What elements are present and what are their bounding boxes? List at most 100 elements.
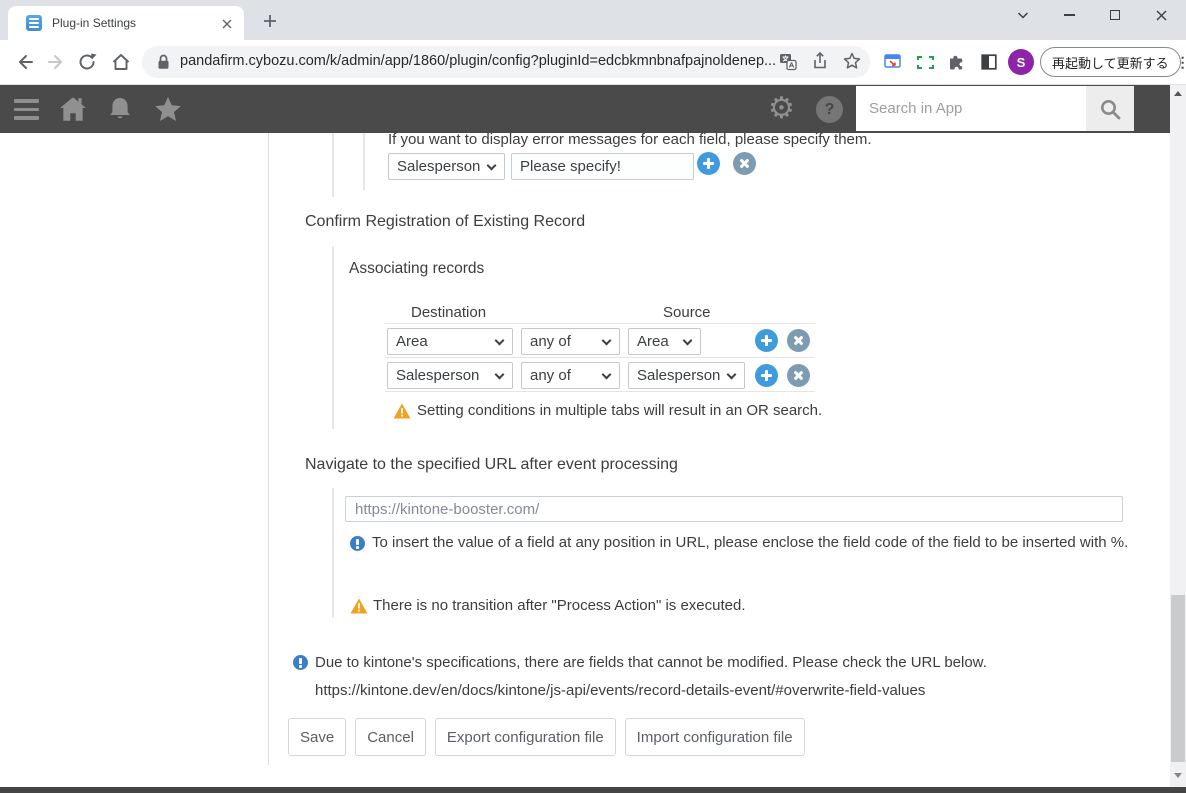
translate-icon[interactable] — [779, 53, 797, 71]
info-icon — [350, 536, 365, 551]
extension-capture-icon[interactable] — [917, 56, 934, 69]
scroll-up-arrow-icon[interactable] — [1174, 91, 1182, 96]
browser-window: Plug-in Settings pandafirm.cybozu.com/k/… — [0, 0, 1186, 793]
navigate-url-heading: Navigate to the specified URL after even… — [305, 456, 678, 473]
browser-tab[interactable]: Plug-in Settings — [8, 6, 244, 40]
add-row-button[interactable] — [697, 152, 720, 175]
associating-records-heading: Associating records — [349, 260, 485, 277]
source-value: Area — [637, 333, 669, 350]
search-button[interactable] — [1086, 86, 1134, 131]
forward-button[interactable] — [46, 51, 68, 73]
app-search-input[interactable] — [856, 86, 1086, 131]
extension-halftone-icon[interactable] — [981, 54, 997, 70]
operator-value: any of — [530, 367, 571, 384]
help-icon[interactable]: ? — [816, 96, 843, 123]
action-button-row: Save Cancel Export configuration file Im… — [288, 718, 805, 756]
source-field-select[interactable]: Area — [628, 328, 701, 355]
section-indent-line — [332, 246, 334, 429]
browser-toolbar: pandafirm.cybozu.com/k/admin/app/1860/pl… — [0, 40, 1186, 85]
profile-avatar[interactable]: S — [1008, 49, 1034, 75]
warning-icon — [393, 403, 411, 419]
process-action-warning-text: There is no transition after "Process Ac… — [373, 597, 746, 614]
import-configuration-button[interactable]: Import configuration file — [624, 718, 805, 756]
operator-select[interactable]: any of — [521, 328, 620, 355]
info-icon — [293, 655, 308, 670]
error-field-select[interactable]: Salesperson — [388, 153, 505, 180]
destination-field-select[interactable]: Area — [387, 328, 513, 355]
table-divider — [385, 357, 815, 358]
destination-value: Salesperson — [396, 367, 480, 384]
close-icon — [737, 156, 753, 172]
confirm-registration-heading: Confirm Registration of Existing Record — [305, 213, 586, 230]
page-footer-bar — [0, 787, 1186, 793]
add-row-button[interactable] — [755, 329, 778, 352]
new-tab-button[interactable] — [258, 9, 282, 33]
subsection-indent-line — [363, 133, 365, 190]
chevron-down-icon — [682, 335, 693, 346]
bookmark-star-icon[interactable] — [842, 51, 862, 71]
favorites-star-icon[interactable] — [152, 94, 184, 124]
remove-row-button[interactable] — [787, 329, 810, 352]
section-indent-line — [332, 488, 334, 618]
chevron-down-icon — [601, 369, 612, 380]
export-configuration-button[interactable]: Export configuration file — [434, 718, 616, 756]
chevron-down-icon — [494, 369, 505, 380]
warning-icon — [350, 598, 368, 614]
close-icon — [791, 333, 807, 349]
window-close-button[interactable] — [1138, 0, 1184, 30]
notifications-bell-icon[interactable] — [106, 94, 134, 124]
home-button[interactable] — [110, 51, 132, 73]
remove-row-button[interactable] — [733, 152, 756, 175]
plugin-settings-content: If you want to display error messages fo… — [0, 131, 1186, 787]
search-magnifier-icon — [1101, 99, 1121, 119]
window-maximize-button[interactable] — [1092, 0, 1138, 30]
browser-menu-kebab-icon[interactable]: ⋮ — [1176, 55, 1186, 69]
share-icon[interactable] — [811, 52, 829, 70]
source-field-select[interactable]: Salesperson — [628, 362, 745, 389]
error-message-input[interactable] — [511, 153, 694, 180]
vertical-scrollbar[interactable] — [1170, 85, 1186, 787]
url-text[interactable]: pandafirm.cybozu.com/k/admin/app/1860/pl… — [180, 53, 776, 69]
section-indent-line — [332, 133, 334, 197]
lock-icon[interactable] — [157, 54, 170, 70]
chevron-down-icon — [486, 160, 497, 171]
navigate-url-input[interactable] — [345, 496, 1123, 522]
table-divider — [385, 391, 815, 392]
content-left-divider — [268, 133, 269, 765]
extensions-puzzle-icon[interactable] — [948, 53, 966, 71]
settings-gear-icon[interactable]: ⚙ — [768, 87, 795, 131]
destination-value: Area — [396, 333, 428, 350]
add-row-button[interactable] — [755, 364, 778, 387]
update-button-label: 再起動して更新する — [1052, 55, 1169, 71]
close-icon — [791, 368, 807, 384]
plugin-favicon-icon — [26, 15, 42, 31]
destination-column-header: Destination — [411, 304, 487, 321]
chevron-down-icon — [726, 369, 737, 380]
table-divider — [385, 323, 815, 324]
remove-row-button[interactable] — [787, 364, 810, 387]
kintone-spec-note-text: Due to kintone's specifications, there a… — [315, 654, 987, 671]
portal-home-icon[interactable] — [58, 94, 88, 124]
browser-tab-strip: Plug-in Settings — [0, 0, 1186, 40]
url-field-code-info-text: To insert the value of a field at any po… — [372, 534, 1129, 551]
hamburger-menu-icon[interactable] — [14, 99, 39, 120]
scroll-down-arrow-icon[interactable] — [1174, 773, 1182, 778]
browser-update-button[interactable]: 再起動して更新する ⋮ — [1040, 47, 1186, 77]
error-messages-description: If you want to display error messages fo… — [388, 131, 872, 148]
chevron-down-icon — [494, 335, 505, 346]
tab-close-icon[interactable] — [218, 15, 236, 33]
kintone-docs-link[interactable]: https://kintone.dev/en/docs/kintone/js-a… — [315, 682, 925, 700]
back-button[interactable] — [13, 51, 35, 73]
cancel-button[interactable]: Cancel — [355, 718, 426, 756]
error-field-select-value: Salesperson — [397, 158, 481, 175]
save-button[interactable]: Save — [288, 718, 347, 756]
extension-window-icon[interactable] — [884, 54, 902, 70]
reload-button[interactable] — [76, 51, 98, 73]
operator-select[interactable]: any of — [521, 362, 620, 389]
scrollbar-thumb[interactable] — [1171, 595, 1185, 762]
kintone-header: ⚙ ? — [0, 85, 1186, 133]
plus-icon — [761, 370, 772, 381]
destination-field-select[interactable]: Salesperson — [387, 362, 513, 389]
window-chevron-down-icon[interactable] — [1000, 0, 1046, 30]
window-minimize-button[interactable] — [1046, 0, 1092, 30]
